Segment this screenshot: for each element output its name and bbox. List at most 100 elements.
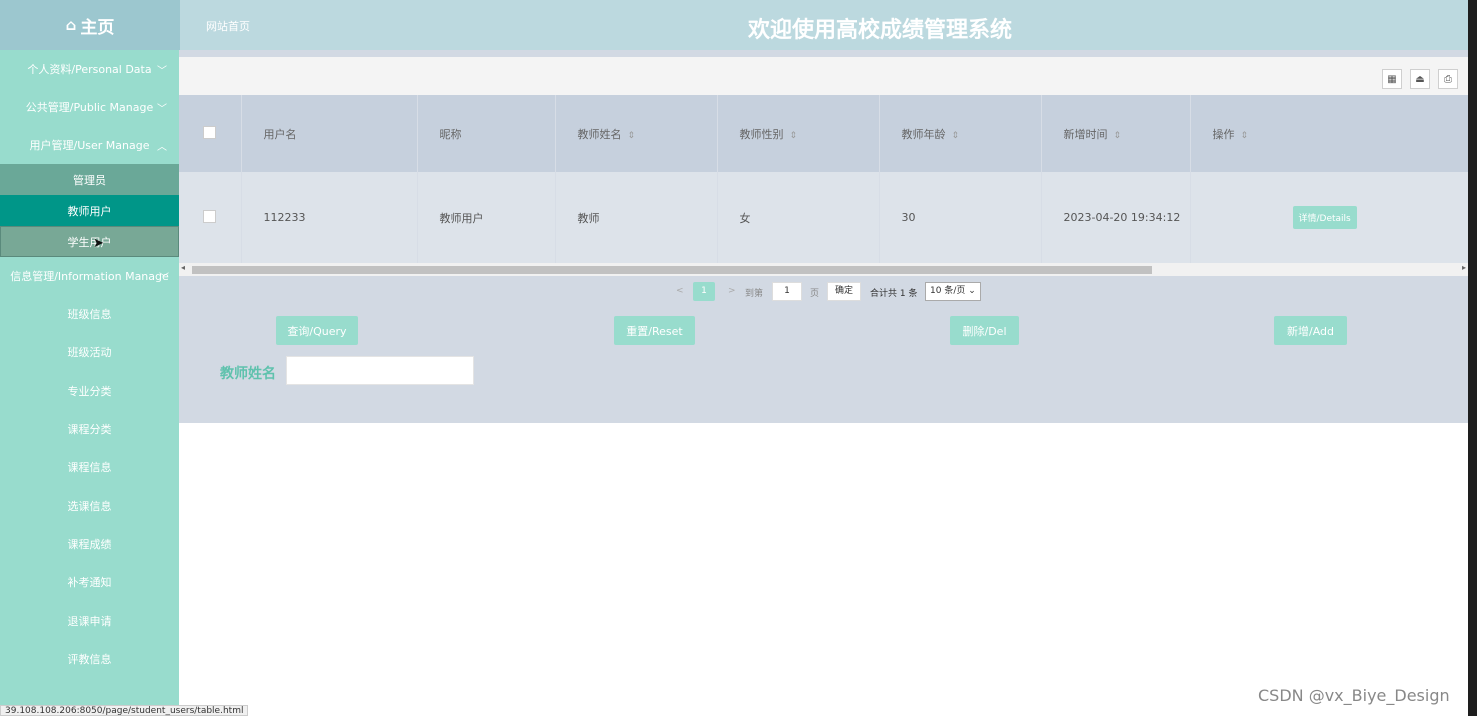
reset-button[interactable]: 重置/Reset [614,316,695,345]
menu-user-manage[interactable]: 用户管理/User Manage ︿ [0,126,179,164]
row-select-cell [179,172,242,263]
col-label: 昵称 [439,127,462,141]
cell-age: 30 [879,172,1042,263]
query-button[interactable]: 查询/Query [276,316,358,345]
col-teacher-name[interactable]: 教师姓名 ⇕ [555,95,718,172]
select-all-checkbox[interactable] [203,125,216,139]
row-checkbox[interactable] [203,209,216,223]
menu-label: 个人资料/Personal Data [27,63,152,76]
cell-nickname: 教师用户 [417,172,556,263]
data-table-container: 用户名 昵称 教师姓名 ⇕ 教师性别 ⇕ 教师年龄 ⇕ 新增时间 ⇕ 操作 ⇕ … [179,95,1468,263]
print-icon[interactable]: ⎙ [1438,69,1458,89]
columns-icon[interactable]: ▦ [1382,69,1402,89]
sidebar-item-class-activity[interactable]: 班级活动 [0,333,179,371]
main-content: ▦ ⏏ ⎙ 用户名 昵称 教师姓名 ⇕ 教师性别 ⇕ 教师年龄 ⇕ 新增时间 ⇕… [179,50,1468,716]
col-label: 教师性别 [739,127,784,141]
teacher-name-label: 教师姓名 [220,366,276,382]
app-frame: ⌂ 主页 网站首页 欢迎使用高校成绩管理系统 个人资料/Personal Dat… [0,0,1468,716]
prev-page-button[interactable]: < [676,286,684,296]
teacher-name-input[interactable] [286,356,474,385]
sidebar-item-admin[interactable]: 管理员 [0,164,179,195]
table-row: 112233 教师用户 教师 女 30 2023-04-20 19:34:12 … [179,172,1468,263]
sort-icon[interactable]: ⇕ [1114,131,1122,141]
sort-icon[interactable]: ⇕ [1241,131,1249,141]
watermark: CSDN @vx_Biye_Design [1258,686,1450,705]
delete-button[interactable]: 删除/Del [950,316,1019,345]
mouse-cursor-icon: ➤ [93,236,104,251]
page-number-current[interactable]: 1 [693,282,715,301]
sort-icon[interactable]: ⇕ [952,131,960,141]
sidebar-item-course-info[interactable]: 课程信息 [0,448,179,486]
table-header-row: 用户名 昵称 教师姓名 ⇕ 教师性别 ⇕ 教师年龄 ⇕ 新增时间 ⇕ 操作 ⇕ [179,95,1468,172]
cell-teacher-name: 教师 [555,172,718,263]
col-username: 用户名 [241,95,418,172]
menu-public-manage[interactable]: 公共管理/Public Manage ﹀ [0,88,179,126]
chevron-down-icon: ﹀ [157,65,167,77]
home-label: 主页 [80,17,115,38]
data-table: 用户名 昵称 教师姓名 ⇕ 教师性别 ⇕ 教师年龄 ⇕ 新增时间 ⇕ 操作 ⇕ … [179,95,1468,263]
col-label: 用户名 [263,127,297,141]
goto-page-input[interactable]: 1 [772,282,802,301]
total-count: 合计共 1 条 [870,289,918,299]
menu-information-manage[interactable]: 信息管理/Information Manage ﹀ [0,257,179,295]
goto-confirm-button[interactable]: 确定 [827,282,861,301]
scroll-thumb[interactable] [192,266,1152,274]
chevron-up-icon: ︿ [157,141,167,153]
sidebar-item-teacher-users[interactable]: 教师用户 [0,195,179,226]
status-bar-url: 39.108.108.206:8050/page/student_users/t… [0,705,249,716]
sidebar: 个人资料/Personal Data ﹀ 公共管理/Public Manage … [0,50,179,716]
col-teacher-gender[interactable]: 教师性别 ⇕ [717,95,880,172]
sort-icon[interactable]: ⇕ [628,131,636,141]
col-label: 新增时间 [1063,127,1108,141]
sidebar-item-student-users[interactable]: 学生用户 [0,226,179,257]
next-page-button[interactable]: > [728,286,736,296]
table-toolbar: ▦ ⏏ ⎙ [179,57,1468,95]
menu-label: 信息管理/Information Manage [10,270,169,283]
col-nickname: 昵称 [417,95,556,172]
top-header: ⌂ 主页 网站首页 欢迎使用高校成绩管理系统 [0,0,1468,50]
col-created-time[interactable]: 新增时间 ⇕ [1041,95,1191,172]
home-icon: ⌂ [65,16,77,34]
sidebar-item-makeup-notice[interactable]: 补考通知 [0,563,179,601]
col-label: 操作 [1212,127,1235,141]
scroll-left-icon[interactable]: ◂ [181,263,185,272]
page-size-value: 10 条/页 [930,286,966,296]
horizontal-scrollbar[interactable]: ◂ ▸ [179,263,1468,276]
export-icon[interactable]: ⏏ [1410,69,1430,89]
chevron-down-icon: ﹀ [157,103,167,115]
cell-username: 112233 [241,172,418,263]
sidebar-item-class-info[interactable]: 班级信息 [0,295,179,333]
cell-created: 2023-04-20 19:34:12 [1041,172,1191,263]
sidebar-item-course-category[interactable]: 课程分类 [0,410,179,448]
sidebar-item-major-category[interactable]: 专业分类 [0,372,179,410]
col-label: 教师姓名 [577,127,622,141]
sort-icon[interactable]: ⇕ [790,131,798,141]
search-panel: 查询/Query 重置/Reset 删除/Del 新增/Add 教师姓名 [179,308,1468,423]
col-label: 教师年龄 [901,127,946,141]
chevron-down-icon: ﹀ [159,272,169,284]
pagination: < 1 > 到第 1 页 确定 合计共 1 条 10 条/页 ⌄ [179,276,1468,308]
breadcrumb-home[interactable]: 网站首页 [206,18,250,34]
page-size-select[interactable]: 10 条/页 ⌄ [925,282,981,301]
page-unit-label: 页 [810,289,820,299]
divider [179,50,1468,57]
add-button[interactable]: 新增/Add [1274,316,1347,345]
sidebar-item-course-selection[interactable]: 选课信息 [0,486,179,524]
goto-label: 到第 [745,289,764,299]
system-title: 欢迎使用高校成绩管理系统 [747,18,1012,43]
scroll-right-icon[interactable]: ▸ [1462,263,1466,272]
menu-label: 用户管理/User Manage [29,139,150,152]
home-logo[interactable]: ⌂ 主页 [0,0,180,50]
menu-personal-data[interactable]: 个人资料/Personal Data ﹀ [0,50,179,88]
details-button[interactable]: 详情/Details [1292,206,1357,229]
menu-label: 公共管理/Public Manage [25,101,154,114]
sidebar-item-teaching-eval[interactable]: 评教信息 [0,640,179,678]
col-actions[interactable]: 操作 ⇕ [1190,95,1468,172]
window-edge [1468,0,1477,716]
sidebar-item-course-scores[interactable]: 课程成绩 [0,525,179,563]
cell-actions: 详情/Details [1190,172,1468,263]
cell-gender: 女 [717,172,880,263]
chevron-down-icon: ⌄ [968,286,976,296]
col-teacher-age[interactable]: 教师年龄 ⇕ [879,95,1042,172]
sidebar-item-withdraw-request[interactable]: 退课申请 [0,601,179,639]
